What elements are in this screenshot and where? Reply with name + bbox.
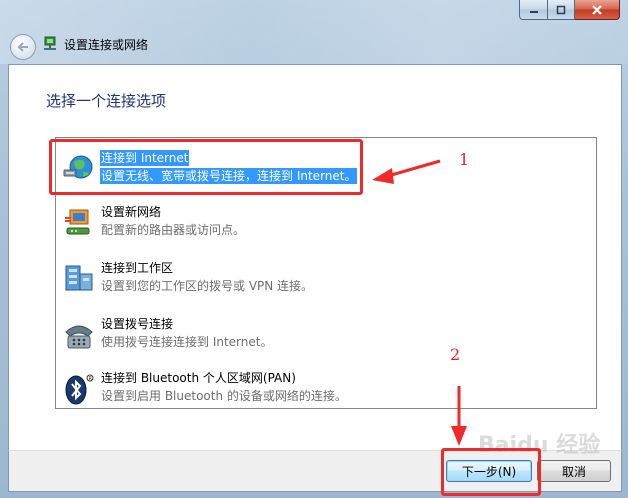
annotation-arrow-1: [372, 159, 441, 184]
annotation-arrows: [372, 159, 467, 446]
window-frame: 设置连接或网络 选择一个连接选项 连接到 Internet 设置无线、宽带或拨号…: [0, 0, 628, 498]
annotation-arrow-2: [451, 386, 467, 446]
